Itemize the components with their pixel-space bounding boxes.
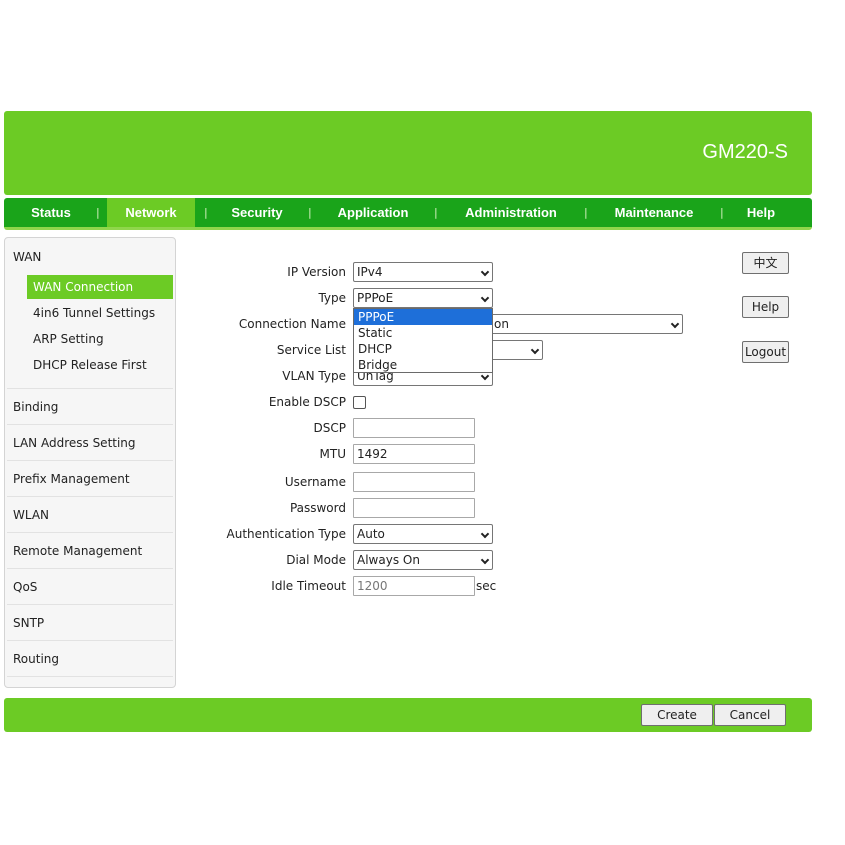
enable-dscp-label: Enable DSCP <box>268 395 346 409</box>
tab-application[interactable]: Application <box>322 198 424 227</box>
nav-separator: | <box>434 206 438 219</box>
username-label: Username <box>284 475 346 489</box>
type-option-pppoe[interactable]: PPPoE <box>354 309 492 325</box>
sidebar-item-prefix-management[interactable]: Prefix Management <box>13 472 130 486</box>
sidebar-item-wlan[interactable]: WLAN <box>13 508 49 522</box>
tab-maintenance[interactable]: Maintenance <box>602 198 706 227</box>
header-banner: GM220-S <box>4 111 812 195</box>
nav-separator: | <box>720 206 724 219</box>
sidebar-divider <box>7 640 173 641</box>
sidebar-item-routing[interactable]: Routing <box>13 652 59 666</box>
type-option-dhcp[interactable]: DHCP <box>354 341 492 357</box>
chevron-down-icon <box>480 267 490 277</box>
password-label: Password <box>289 501 346 515</box>
auth-type-value: Auto <box>357 527 385 541</box>
sidebar-divider <box>7 496 173 497</box>
auth-type-label: Authentication Type <box>226 527 346 541</box>
mtu-label: MTU <box>319 447 346 461</box>
dscp-label: DSCP <box>313 421 346 435</box>
sidebar-item-wan[interactable]: WAN <box>13 250 41 264</box>
auth-type-select[interactable]: Auto <box>353 524 493 544</box>
chevron-down-icon <box>480 529 490 539</box>
sidebar-item-sntp[interactable]: SNTP <box>13 616 44 630</box>
connection-name-label: Connection Name <box>238 317 346 331</box>
password-input[interactable] <box>353 498 475 518</box>
service-list-label: Service List <box>276 343 346 357</box>
dial-mode-select[interactable]: Always On <box>353 550 493 570</box>
ip-version-value: IPv4 <box>357 265 383 279</box>
language-button[interactable]: 中文 <box>742 252 789 274</box>
idle-timeout-input[interactable]: 1200 <box>353 576 475 596</box>
chevron-down-icon <box>530 345 540 355</box>
nav-separator: | <box>308 206 312 219</box>
help-button[interactable]: Help <box>742 296 789 318</box>
nav-separator: | <box>584 206 588 219</box>
logout-button[interactable]: Logout <box>742 341 789 363</box>
tab-security[interactable]: Security <box>216 198 298 227</box>
footer-bar: Create Cancel <box>4 698 812 732</box>
tab-status[interactable]: Status <box>8 198 94 227</box>
sidebar-item-qos[interactable]: QoS <box>13 580 37 594</box>
sidebar-divider <box>7 676 173 677</box>
username-input[interactable] <box>353 472 475 492</box>
tab-help[interactable]: Help <box>736 198 786 227</box>
dial-mode-label: Dial Mode <box>286 553 346 567</box>
tab-network[interactable]: Network <box>107 198 195 227</box>
type-value: PPPoE <box>357 291 394 305</box>
enable-dscp-checkbox[interactable] <box>353 396 366 409</box>
ip-version-select[interactable]: IPv4 <box>353 262 493 282</box>
ip-version-label: IP Version <box>287 265 346 279</box>
tab-administration[interactable]: Administration <box>452 198 570 227</box>
type-select[interactable]: PPPoE <box>353 288 493 308</box>
dial-mode-value: Always On <box>357 553 420 567</box>
dscp-input[interactable] <box>353 418 475 438</box>
type-label: Type <box>318 291 346 305</box>
nav-separator: | <box>204 206 208 219</box>
mtu-input[interactable]: 1492 <box>353 444 475 464</box>
chevron-down-icon <box>480 371 490 381</box>
type-dropdown-list: PPPoE Static DHCP Bridge <box>353 308 493 373</box>
chevron-down-icon <box>480 293 490 303</box>
sidebar-item-lan-address[interactable]: LAN Address Setting <box>13 436 136 450</box>
idle-timeout-label: Idle Timeout <box>271 579 346 593</box>
sidebar-divider <box>7 388 173 389</box>
cancel-button[interactable]: Cancel <box>714 704 786 726</box>
sidebar-divider <box>7 604 173 605</box>
sidebar-item-remote-management[interactable]: Remote Management <box>13 544 142 558</box>
idle-timeout-unit: sec <box>476 579 497 593</box>
chevron-down-icon <box>480 555 490 565</box>
type-option-static[interactable]: Static <box>354 325 492 341</box>
device-model: GM220-S <box>702 141 788 163</box>
chevron-down-icon <box>670 319 680 329</box>
vlan-type-label: VLAN Type <box>282 369 346 383</box>
main-nav: Status | Network | Security | Applicatio… <box>4 198 812 230</box>
create-button[interactable]: Create <box>641 704 713 726</box>
nav-separator: | <box>96 206 100 219</box>
connection-name-value: on <box>494 317 509 331</box>
sidebar-item-binding[interactable]: Binding <box>13 400 58 414</box>
type-option-bridge[interactable]: Bridge <box>354 357 492 373</box>
